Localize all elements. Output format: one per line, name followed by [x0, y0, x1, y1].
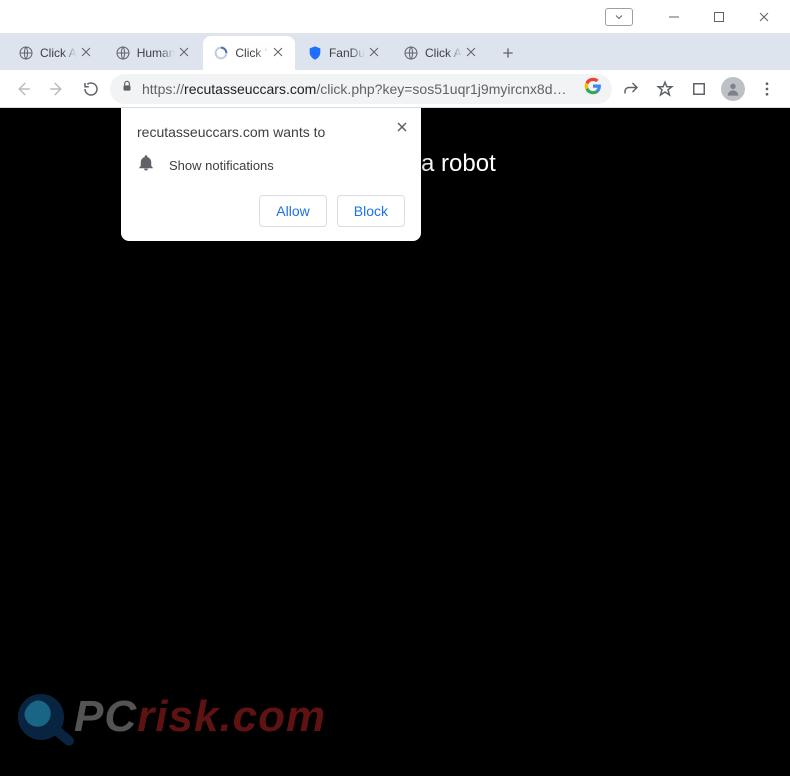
notification-permission-prompt: recutasseuccars.com wants to Show notifi…	[121, 108, 421, 241]
profile-button[interactable]	[718, 74, 748, 104]
nav-forward-button[interactable]	[42, 74, 72, 104]
tab-close-button[interactable]	[466, 46, 480, 60]
watermark-prefix: PC	[74, 692, 137, 742]
shield-icon	[307, 45, 323, 61]
close-icon	[179, 47, 189, 57]
watermark-text: PCrisk.com	[74, 692, 326, 742]
address-bar[interactable]: https://recutasseuccars.com/click.php?ke…	[110, 74, 612, 104]
allow-button[interactable]: Allow	[259, 195, 326, 227]
minimize-icon	[668, 11, 680, 23]
loading-spinner-icon	[213, 45, 229, 61]
url-path: /click.php?key=sos51uqr1j9myircnx8d…	[316, 81, 566, 97]
watermark-suffix: risk.com	[137, 692, 326, 742]
close-icon	[273, 47, 283, 57]
window-minimize-button[interactable]	[651, 0, 696, 34]
tab-close-button[interactable]	[179, 46, 193, 60]
kebab-menu-icon	[758, 80, 776, 98]
google-search-icon[interactable]	[584, 77, 602, 100]
prompt-close-button[interactable]	[393, 118, 411, 136]
globe-icon	[403, 45, 419, 61]
tab-0[interactable]: Click A	[8, 36, 103, 70]
window-close-button[interactable]	[741, 0, 786, 34]
close-icon	[396, 121, 408, 133]
url-host: recutasseuccars.com	[184, 81, 316, 97]
close-icon	[466, 47, 476, 57]
watermark-logo-icon	[18, 694, 64, 740]
nav-back-button[interactable]	[8, 74, 38, 104]
bell-icon	[137, 154, 155, 177]
tab-title: Click A	[40, 46, 77, 60]
puzzle-icon	[690, 80, 708, 98]
tab-strip: Click A Human Click " FanDu	[0, 34, 790, 70]
tab-close-button[interactable]	[273, 46, 287, 60]
prompt-title: recutasseuccars.com wants to	[137, 124, 405, 140]
arrow-left-icon	[14, 80, 32, 98]
close-icon	[369, 47, 379, 57]
tab-2-active[interactable]: Click "	[203, 36, 295, 70]
tab-close-button[interactable]	[369, 46, 383, 60]
extensions-button[interactable]	[684, 74, 714, 104]
tab-4[interactable]: Click A	[393, 36, 488, 70]
close-icon	[758, 11, 770, 23]
window-maximize-button[interactable]	[696, 0, 741, 34]
avatar-icon	[721, 77, 745, 101]
globe-icon	[115, 45, 131, 61]
star-icon	[656, 80, 674, 98]
chevron-down-icon	[613, 11, 625, 23]
tab-title: Click A	[425, 46, 462, 60]
tab-title: Human	[137, 46, 176, 60]
page-viewport: you are not a robot recutasseuccars.com …	[0, 108, 790, 776]
tab-title: Click "	[235, 46, 269, 60]
block-button-label: Block	[354, 203, 388, 219]
url-scheme: https://	[142, 81, 184, 97]
close-icon	[81, 47, 91, 57]
tab-title: FanDu	[329, 46, 365, 60]
tab-1[interactable]: Human	[105, 36, 202, 70]
new-tab-button[interactable]	[494, 39, 522, 67]
url-text: https://recutasseuccars.com/click.php?ke…	[142, 81, 576, 97]
window-titlebar	[0, 0, 790, 34]
watermark: PCrisk.com	[18, 692, 326, 742]
share-icon	[622, 80, 640, 98]
arrow-right-icon	[48, 80, 66, 98]
tab-3[interactable]: FanDu	[297, 36, 391, 70]
lock-icon	[120, 79, 134, 98]
globe-icon	[18, 45, 34, 61]
prompt-permission-label: Show notifications	[169, 158, 274, 173]
maximize-icon	[713, 11, 725, 23]
share-button[interactable]	[616, 74, 646, 104]
block-button[interactable]: Block	[337, 195, 405, 227]
allow-button-label: Allow	[276, 203, 309, 219]
browser-toolbar: https://recutasseuccars.com/click.php?ke…	[0, 70, 790, 108]
reload-icon	[82, 80, 100, 98]
nav-reload-button[interactable]	[76, 74, 106, 104]
tab-search-button[interactable]	[605, 8, 633, 26]
browser-menu-button[interactable]	[752, 74, 782, 104]
plus-icon	[500, 45, 516, 61]
tab-close-button[interactable]	[81, 46, 95, 60]
bookmark-button[interactable]	[650, 74, 680, 104]
